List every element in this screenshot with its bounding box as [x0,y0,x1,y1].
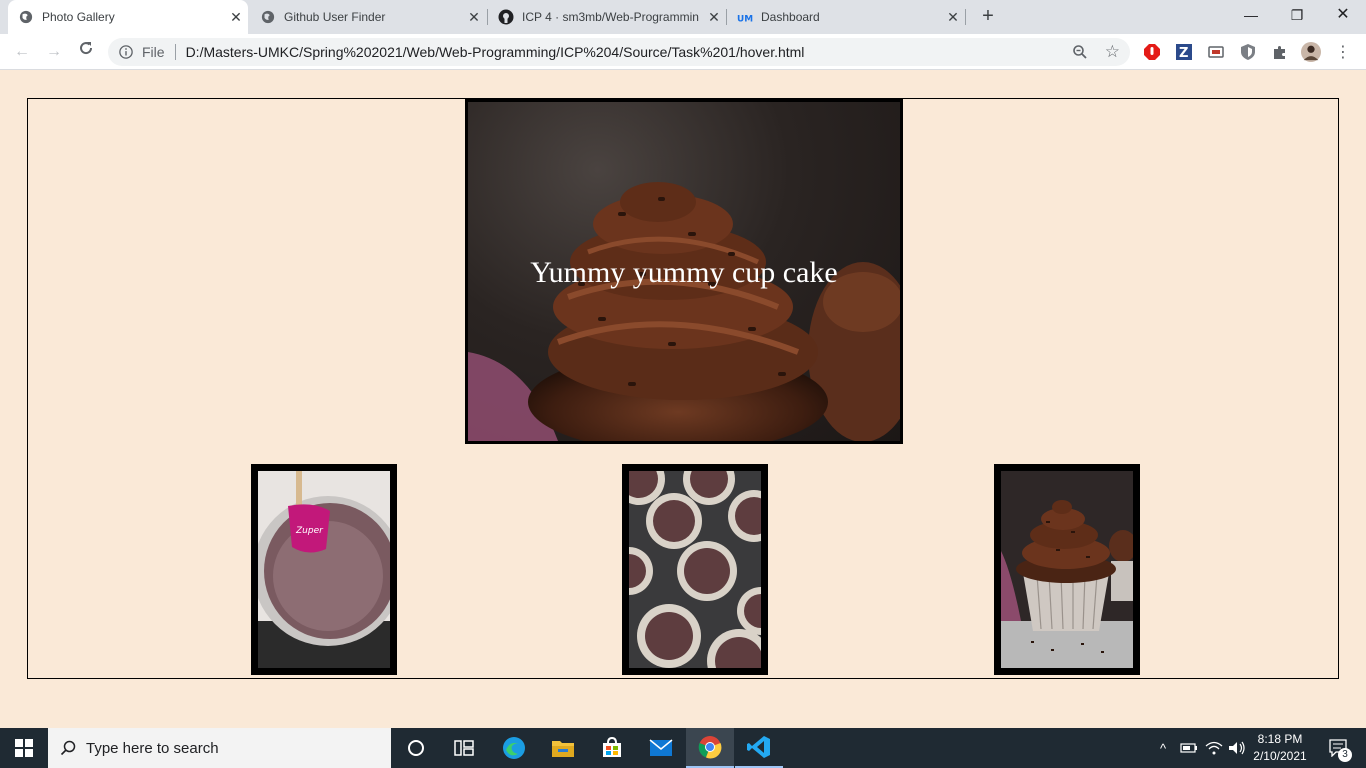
bookmark-star-icon[interactable]: ☆ [1105,42,1120,62]
thumbnail-cupcake-liners[interactable] [622,464,768,675]
photo-gallery: Yummy yummy cup cake Zuper [27,98,1339,679]
search-icon [60,740,76,756]
tab-title: Dashboard [761,10,820,24]
thumbnail-frosted-cupcake[interactable] [994,464,1140,675]
puzzle-extensions-icon[interactable] [1270,42,1290,62]
clock-time: 8:18 PM [1257,732,1303,746]
globe-icon [18,9,34,25]
back-arrow-icon[interactable]: ← [10,40,34,64]
close-tab-icon[interactable]: ✕ [941,9,965,26]
scheme-label: File [142,44,165,60]
microsoft-store-icon[interactable] [588,728,636,768]
address-bar[interactable]: File D:/Masters-UMKC/Spring%202021/Web/W… [108,38,1130,66]
minimize-icon[interactable]: — [1228,0,1274,30]
browser-toolbar: ← → File D:/Masters-UMKC/Spring%202021/W… [0,34,1366,70]
notification-count-badge: 3 [1338,748,1352,762]
github-icon [498,9,514,25]
close-tab-icon[interactable]: ✕ [702,9,726,26]
zotero-extension-icon[interactable]: Z [1174,42,1194,62]
adblock-extension-icon[interactable] [1142,42,1162,62]
screen-extension-icon[interactable] [1206,42,1226,62]
show-hidden-icons-chevron-icon[interactable]: ^ [1154,728,1172,768]
profile-avatar[interactable] [1301,42,1321,62]
close-tab-icon[interactable]: ✕ [224,9,248,26]
volume-icon[interactable] [1226,728,1248,768]
svg-text:UMKC: UMKC [737,14,753,24]
hero-caption: Yummy yummy cup cake [530,256,838,289]
chrome-taskbar-icon[interactable] [686,728,734,768]
tab-separator [965,9,966,25]
taskbar-clock[interactable]: 8:18 PM 2/10/2021 [1248,731,1312,765]
mail-icon[interactable] [637,728,685,768]
cupcake-liners-photo [629,471,761,668]
tab-icp4[interactable]: ICP 4 · sm3mb/Web-Programmin ✕ [488,0,726,34]
reload-icon[interactable] [74,40,98,64]
tab-strip: Photo Gallery ✕ Github User Finder ✕ ICP… [0,0,1366,34]
more-menu-icon[interactable]: ⋮ [1333,42,1353,62]
windows-start-icon[interactable] [0,728,48,768]
close-window-icon[interactable]: ✕ [1320,0,1366,30]
svg-text:Zuper: Zuper [295,526,324,536]
tab-photo-gallery[interactable]: Photo Gallery ✕ [8,0,248,34]
wifi-icon[interactable] [1203,728,1225,768]
tab-title: Github User Finder [284,10,386,24]
featured-cupcake-image[interactable]: Yummy yummy cup cake [465,99,903,444]
zoom-icon[interactable] [1072,44,1088,63]
file-explorer-icon[interactable] [539,728,587,768]
forward-arrow-icon[interactable]: → [42,40,66,64]
search-placeholder: Type here to search [86,739,219,757]
url-text[interactable]: D:/Masters-UMKC/Spring%202021/Web/Web-Pr… [186,44,805,60]
edge-browser-icon[interactable] [490,728,538,768]
tab-github-user-finder[interactable]: Github User Finder ✕ [250,0,486,34]
battery-icon[interactable] [1178,728,1200,768]
close-tab-icon[interactable]: ✕ [462,9,486,26]
taskbar-search-box[interactable]: Type here to search [48,728,391,768]
tab-title: ICP 4 · sm3mb/Web-Programmin [522,10,699,24]
restore-icon[interactable]: ❐ [1274,0,1320,30]
action-center-icon[interactable]: 3 [1318,728,1358,768]
address-divider [174,44,176,60]
thumbnail-batter-bowl[interactable]: Zuper [251,464,397,675]
globe-icon [260,9,276,25]
shield-extension-icon[interactable] [1238,42,1258,62]
new-tab-button[interactable]: + [976,5,1000,29]
tab-title: Photo Gallery [42,10,115,24]
tab-dashboard[interactable]: UMKC Dashboard ✕ [727,0,965,34]
batter-bowl-photo: Zuper [258,471,390,668]
svg-text:Z: Z [1179,46,1188,61]
clock-date: 2/10/2021 [1253,749,1307,763]
task-view-icon[interactable] [440,728,488,768]
info-icon[interactable] [118,44,134,60]
vscode-icon[interactable] [735,728,783,768]
windows-taskbar: Type here to search ^ 8:18 PM 2/10/2021 … [0,728,1366,768]
umkc-logo-icon: UMKC [737,9,753,25]
frosted-cupcake-photo [1001,471,1133,668]
cortana-icon[interactable] [392,728,440,768]
